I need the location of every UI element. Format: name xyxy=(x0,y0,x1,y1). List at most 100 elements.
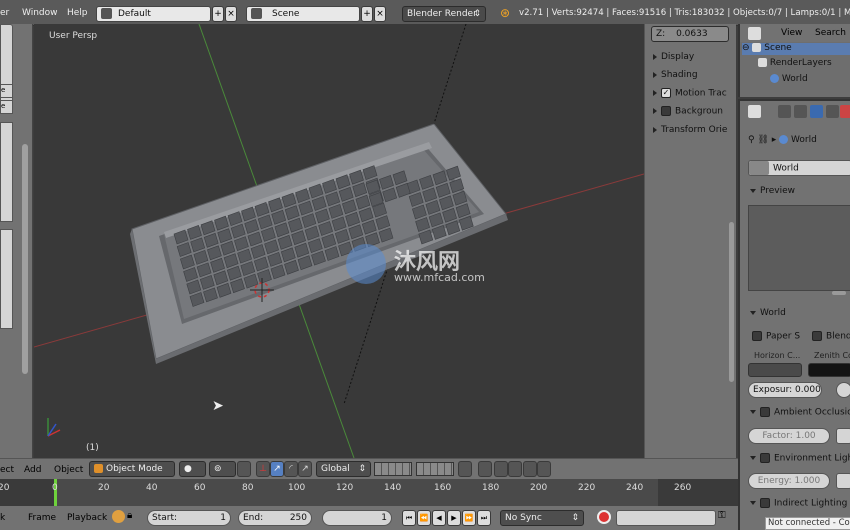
properties-scrollbar[interactable] xyxy=(832,291,846,295)
tab-texture-icon[interactable] xyxy=(840,105,850,118)
shelf-tab[interactable] xyxy=(0,229,13,329)
panel-ambient-occlusion[interactable]: Ambient Occlusion xyxy=(750,407,850,418)
rotate-manipulator[interactable]: ◜ xyxy=(284,461,298,477)
manipulator-toggle[interactable]: ⊥ xyxy=(256,461,270,477)
preview-range-icon[interactable] xyxy=(112,510,125,523)
paper-sky-toggle[interactable]: Paper S xyxy=(752,331,800,342)
translate-manipulator[interactable]: ↗ xyxy=(270,461,284,477)
layer-buttons-1[interactable] xyxy=(374,462,412,476)
transform-orientation-selector[interactable]: Global ⇕ xyxy=(316,461,371,477)
current-frame-field[interactable]: 1 xyxy=(322,510,392,526)
play-reverse-button[interactable]: ◀ xyxy=(432,510,446,526)
shelf-button[interactable]: e xyxy=(0,100,13,114)
properties-editor-icon[interactable] xyxy=(748,105,761,118)
jump-keyframe-forward-button[interactable]: ⏩ xyxy=(462,510,476,526)
panel-background[interactable]: Backgroun xyxy=(653,106,723,117)
blend-sky-toggle[interactable]: Blend S xyxy=(812,331,850,342)
sync-mode-selector[interactable]: No Sync ⇕ xyxy=(500,510,584,526)
outliner-world-row[interactable]: World xyxy=(770,74,808,84)
lock-icon[interactable]: 🔒︎ xyxy=(127,510,132,521)
remove-layout-button[interactable]: × xyxy=(225,6,237,22)
panel-shading[interactable]: Shading xyxy=(653,70,698,80)
panel-environment-light[interactable]: Environment Light xyxy=(750,453,850,464)
render-animation-button[interactable] xyxy=(537,461,551,477)
ao-blend-field[interactable] xyxy=(836,428,850,444)
snap-element-selector[interactable] xyxy=(508,461,522,477)
interaction-mode-selector[interactable]: Object Mode xyxy=(89,461,175,477)
play-button[interactable]: ▶ xyxy=(447,510,461,526)
outliner-header: View Search xyxy=(740,24,850,42)
limit-selection-button[interactable] xyxy=(237,461,251,477)
outliner-editor-icon[interactable] xyxy=(748,27,761,40)
panel-world[interactable]: World xyxy=(750,308,786,318)
ao-factor-field[interactable]: Factor: 1.00 xyxy=(748,428,830,444)
tab-render-icon[interactable] xyxy=(778,105,791,118)
shelf-button[interactable]: e xyxy=(0,84,13,98)
start-frame-field[interactable]: Start: 1 xyxy=(147,510,231,526)
dropdown-arrow-icon: ⇕ xyxy=(473,9,481,19)
panel-preview[interactable]: Preview xyxy=(750,186,795,196)
tab-scene-icon[interactable] xyxy=(794,105,807,118)
background-checkbox[interactable] xyxy=(661,106,671,116)
menu-object[interactable]: Object xyxy=(54,465,83,475)
panel-indirect-lighting[interactable]: Indirect Lighting xyxy=(750,498,847,509)
3d-viewport[interactable]: User Persp (1) 沐风网 www.mfcad.com ➤ xyxy=(34,24,644,458)
jump-keyframe-back-button[interactable]: ⏪ xyxy=(417,510,431,526)
jump-start-button[interactable]: ⏮ xyxy=(402,510,416,526)
menu-help[interactable]: Help xyxy=(67,8,88,18)
shelf-scrollbar[interactable] xyxy=(22,144,28,374)
menu-select[interactable]: ect xyxy=(0,465,14,475)
jump-end-button[interactable]: ⏭ xyxy=(477,510,491,526)
add-scene-button[interactable]: + xyxy=(361,6,373,22)
panel-motion-tracking[interactable]: ✓ Motion Trac xyxy=(653,88,727,99)
panel-display[interactable]: Display xyxy=(653,52,694,62)
tab-world-icon[interactable] xyxy=(810,105,823,118)
outliner-search-menu[interactable]: Search xyxy=(815,28,846,38)
solid-sphere-icon: ● xyxy=(184,464,192,474)
snap-toggle[interactable] xyxy=(494,461,508,477)
scene-selector[interactable]: Scene xyxy=(246,6,360,22)
end-frame-field[interactable]: End: 250 xyxy=(238,510,312,526)
render-engine-selector[interactable]: Blender Render ⇕ xyxy=(402,6,486,22)
timeline-tick-label: 40 xyxy=(146,483,158,493)
npanel-scrollbar[interactable] xyxy=(729,222,734,382)
scale-manipulator[interactable]: ↗ xyxy=(298,461,312,477)
env-color-field[interactable] xyxy=(836,473,850,489)
pin-icon[interactable]: ⚲ xyxy=(748,135,755,145)
z-location-field[interactable]: Z: 0.0633 xyxy=(651,26,729,42)
lock-camera-button[interactable] xyxy=(458,461,472,477)
range-field[interactable] xyxy=(836,382,850,398)
menu-window[interactable]: Window xyxy=(22,8,58,18)
outliner-scene-row[interactable]: ⊖ Scene xyxy=(742,43,850,55)
shelf-tab[interactable] xyxy=(0,122,13,222)
viewport-shading-selector[interactable]: ● xyxy=(179,461,206,477)
layer-buttons-2[interactable] xyxy=(416,462,454,476)
menu-add[interactable]: Add xyxy=(24,465,41,475)
render-still-button[interactable] xyxy=(523,461,537,477)
world-datablock-field[interactable]: World xyxy=(748,160,850,176)
keying-set-field[interactable] xyxy=(616,510,716,526)
panel-transform-orientation[interactable]: Transform Orie xyxy=(653,125,727,135)
view-label: User Persp xyxy=(49,31,98,41)
zenith-color-swatch[interactable] xyxy=(808,363,850,377)
horizon-color-swatch[interactable] xyxy=(748,363,802,377)
env-energy-field[interactable]: Energy: 1.000 xyxy=(748,473,830,489)
pivot-point-selector[interactable]: ⊚ xyxy=(209,461,236,477)
motion-tracking-checkbox[interactable]: ✓ xyxy=(661,88,671,98)
menu-marker[interactable]: k xyxy=(0,513,5,523)
properties-breadcrumb: ⚲ ⛓ ▸ World xyxy=(748,135,817,145)
outliner-renderlayers-row[interactable]: RenderLayers xyxy=(758,58,832,68)
tab-object-icon[interactable] xyxy=(826,105,839,118)
outliner-view-menu[interactable]: View xyxy=(781,28,802,38)
menu-render[interactable]: er xyxy=(0,8,9,18)
add-layout-button[interactable]: + xyxy=(212,6,224,22)
tool-shelf: e e xyxy=(0,24,33,458)
menu-frame[interactable]: Frame xyxy=(28,513,56,523)
insert-keyframe-icon[interactable]: ⚿ xyxy=(718,510,726,521)
exposure-field[interactable]: Exposur: 0.000 xyxy=(748,382,822,398)
screen-layout-selector[interactable]: Default xyxy=(96,6,211,22)
menu-playback[interactable]: Playback xyxy=(67,513,107,523)
remove-scene-button[interactable]: × xyxy=(374,6,386,22)
record-button[interactable] xyxy=(597,510,611,524)
proportional-edit-button[interactable] xyxy=(478,461,492,477)
